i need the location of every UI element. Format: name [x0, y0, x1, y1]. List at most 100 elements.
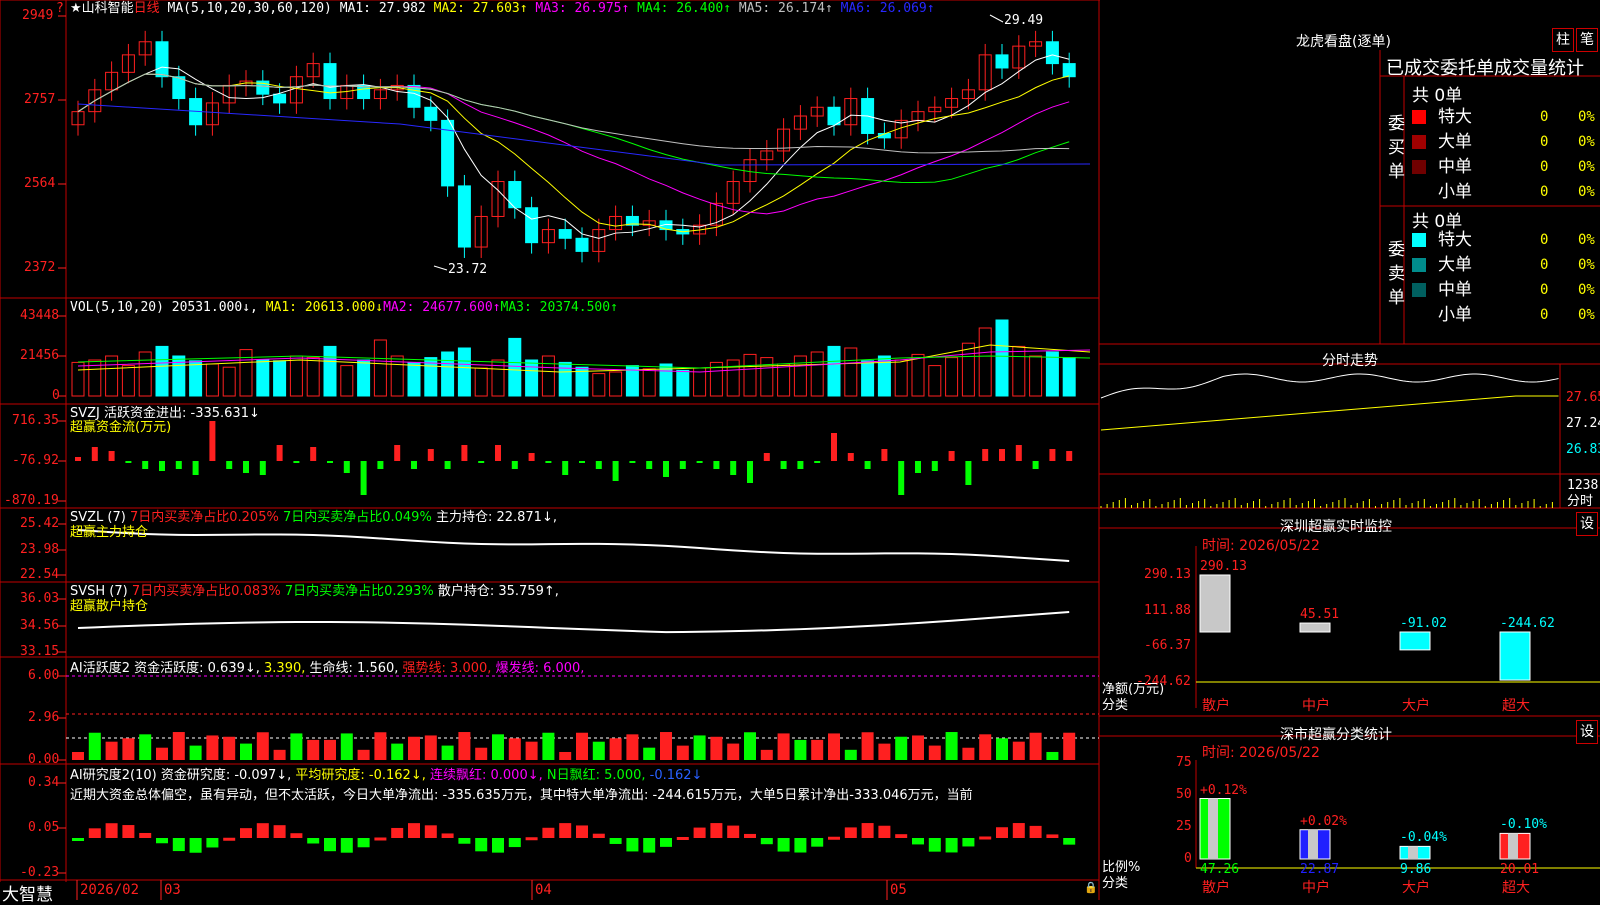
ai-research-t3: 连续飘红: 0.000↓, [430, 768, 543, 783]
svzl-p2: 7日内买卖净占比0.049% [282, 510, 432, 525]
size-swatch [1412, 258, 1426, 272]
size-swatch [1412, 110, 1426, 124]
dragon-tabs[interactable]: 已成交委托单成交量统计 [1386, 54, 1600, 80]
ma-values: MA1: 27.982 MA2: 27.603↑ MA3: 26.975↑ MA… [340, 1, 935, 16]
net-value-label: 45.51 [1300, 607, 1340, 623]
sz-class-y-label: 25 [1176, 819, 1192, 834]
research-bar [122, 825, 135, 838]
activity-bar [475, 747, 488, 760]
research-bar [240, 828, 252, 838]
volume-bar [558, 361, 572, 397]
size-swatch [1412, 233, 1426, 247]
category-label: 大户 [1402, 698, 1430, 714]
volume-bar [928, 365, 942, 397]
size-pct: 0% [1578, 159, 1595, 175]
sz-monitor-y-label: -66.37 [1144, 638, 1191, 653]
activity-bar [139, 734, 152, 760]
ai-research-t1: AI研究度2(10) 资金研究度: -0.097↓, [70, 768, 292, 783]
sz-class-time: 时间: 2026/05/22 [1202, 745, 1320, 761]
activity-bar [626, 734, 639, 760]
lock-icon[interactable]: 🔒 [1084, 881, 1098, 894]
vol-ma3-line [77, 355, 1091, 369]
fund-flow-bar [814, 461, 821, 463]
size-count: 0 [1540, 282, 1549, 298]
candle-body [357, 84, 371, 100]
volume-bar [474, 367, 488, 397]
research-bar [912, 838, 924, 845]
activity-bar [794, 739, 807, 760]
category-label: 散户 [1202, 698, 1230, 714]
sz-class-y-label: 0 [1184, 851, 1192, 866]
volume-bar [340, 365, 354, 397]
fund-flow-bar [125, 461, 132, 463]
aia-y-label: 2.96 [28, 710, 60, 725]
volume-bar [810, 351, 824, 397]
change-label: -0.04% [1400, 830, 1447, 846]
activity-bar [374, 732, 387, 760]
activity-bar [458, 732, 471, 760]
ratio-value-label: 47.26 [1200, 862, 1240, 877]
category-label: 大户 [1402, 880, 1430, 896]
ai-research-t2: 平均研究度: -0.162↓, [295, 768, 426, 783]
main-chart-canvas[interactable] [0, 0, 1600, 900]
research-bar [1012, 823, 1025, 838]
fund-flow-bar [495, 445, 501, 461]
ratio-value-label: 20.01 [1500, 862, 1540, 877]
price-panel-header: ★山科智能日线 MA(5,10,20,30,60,120) MA1: 27.98… [70, 1, 935, 17]
activity-bar [391, 743, 404, 760]
fund-flow-bar [528, 453, 535, 461]
activity-bar [979, 734, 992, 760]
fund-flow-bar [259, 461, 266, 475]
fund-flow-bar [763, 453, 770, 461]
sz-class-title: 深市超赢分类统计 [1280, 727, 1392, 743]
ratio-value-label: 22.87 [1300, 862, 1340, 877]
volume-bar [894, 359, 908, 397]
fund-flow-bar [965, 461, 972, 485]
volume-bar [121, 365, 135, 397]
sz-class-x-title: 分类 [1102, 876, 1129, 891]
candle-body [525, 207, 539, 244]
stock-name[interactable]: ★山科智能 [70, 1, 134, 16]
activity-bar [492, 734, 504, 760]
activity-bar [710, 736, 723, 760]
volume-bar [609, 371, 623, 397]
volume-bar [323, 345, 337, 397]
change-label: +0.12% [1200, 782, 1247, 798]
period-label[interactable]: 日线 [134, 1, 160, 16]
research-bar [861, 823, 874, 838]
activity-bar [996, 738, 1008, 760]
fund-flow-bar [444, 461, 451, 469]
category-label: 中户 [1302, 880, 1330, 896]
fund-flow-bar [881, 449, 888, 461]
activity-bar [844, 749, 857, 760]
category-label: 超大 [1502, 698, 1530, 714]
sz-monitor-settings-button[interactable]: 设 [1576, 512, 1598, 536]
activity-bar [912, 735, 924, 760]
research-bar [324, 838, 336, 852]
fund-flow-bar [343, 461, 350, 473]
volume-bar [289, 355, 303, 397]
research-bar [172, 838, 185, 852]
net-value-label: -244.62 [1500, 616, 1555, 631]
size-swatch [1412, 160, 1426, 174]
buy-label: 委买单 [1388, 114, 1405, 182]
sz-class-settings-button[interactable]: 设 [1576, 720, 1598, 744]
research-bar [357, 838, 370, 848]
research-bar [424, 825, 437, 838]
ma-value: MA2: 27.603↑ [425, 1, 528, 16]
intraday-avg-line [1100, 395, 1559, 431]
research-bar [727, 825, 740, 838]
fund-flow-bar [545, 461, 552, 463]
volume-bar [273, 360, 287, 397]
date-label: 2026/02 [80, 882, 140, 898]
volume-bar [1029, 355, 1043, 397]
dragon-btn-zhu[interactable]: 柱 [1552, 28, 1574, 52]
ai-research-comment: 近期大资金总体偏空，虽有异动，但不太活跃，今日大单净流出: -335.635万元… [70, 788, 973, 803]
dragon-btn-bi[interactable]: 笔 [1576, 28, 1598, 52]
fund-flow-bar [91, 447, 98, 461]
alert-icon[interactable]: ? [56, 1, 64, 16]
size-count: 0 [1540, 232, 1549, 248]
ma3-line [77, 73, 1070, 215]
size-count: 0 [1540, 184, 1549, 200]
size-pct: 0% [1578, 134, 1595, 150]
